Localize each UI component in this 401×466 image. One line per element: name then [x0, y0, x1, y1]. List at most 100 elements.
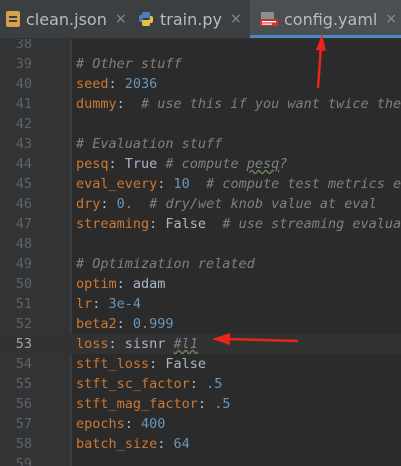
code-token: # compute test metrics eve: [206, 176, 401, 192]
close-icon[interactable]: ×: [115, 11, 127, 27]
code-text: stft_sc_factor: .5: [76, 374, 222, 394]
code-token: dummy: [76, 96, 117, 112]
code-line[interactable]: 51 lr: 3e-4: [0, 294, 401, 314]
line-number: 51: [15, 296, 32, 312]
code-text: dry: 0. # dry/wet knob value at eval: [76, 194, 377, 214]
json-file-icon: [6, 11, 20, 27]
code-line[interactable]: 41 dummy: # use this if you want twice th…: [0, 94, 401, 114]
code-line[interactable]: 58 batch_size: 64: [0, 434, 401, 454]
tab-label: config.yaml: [284, 9, 378, 29]
line-number: 58: [15, 436, 32, 452]
line-number: 39: [15, 56, 32, 72]
code-token: : adam: [116, 276, 166, 292]
line-number: 57: [15, 416, 32, 432]
code-line[interactable]: 49 # Optimization related: [0, 254, 401, 274]
line-number: 49: [15, 256, 32, 272]
code-token: stft_mag_factor: [76, 396, 198, 412]
code-editor[interactable]: 38 39 # Other stuff 40 seed: 2036 41 dummy: # …: [0, 39, 401, 466]
code-token: seed: [76, 76, 109, 92]
code-token: :: [116, 96, 142, 112]
line-number: 42: [15, 116, 32, 132]
code-token: :: [197, 396, 215, 412]
tab-config-yaml[interactable]: config.yaml ×: [250, 0, 401, 38]
code-token: : True: [108, 156, 166, 172]
line-number: 46: [15, 196, 32, 212]
code-token: stft_loss: [76, 356, 150, 372]
code-token: batch_size: [76, 436, 158, 452]
code-line[interactable]: 54 stft_loss: False: [0, 354, 401, 374]
yaml-file-icon: [260, 11, 278, 27]
code-token: 10: [173, 176, 190, 192]
code-line[interactable]: 52 beta2: 0.999: [0, 314, 401, 334]
code-token: :: [116, 316, 133, 332]
code-text: loss: sisnr #l1: [76, 334, 198, 354]
code-token: : sisnr: [108, 336, 174, 352]
code-line[interactable]: 38: [0, 39, 401, 54]
code-line[interactable]: 40 seed: 2036: [0, 74, 401, 94]
line-number: 38: [15, 39, 32, 52]
line-number: 55: [15, 376, 32, 392]
editor-tab-bar: clean.json × train.py × config.yaml ×: [0, 0, 401, 39]
python-file-icon: [138, 11, 154, 27]
code-token: # use streaming evaluati: [222, 216, 401, 232]
code-token: 64: [173, 436, 190, 452]
line-number: 54: [15, 356, 32, 372]
code-token: eval_every: [76, 176, 158, 192]
code-line[interactable]: 46 dry: 0. # dry/wet knob value at eval: [0, 194, 401, 214]
close-icon[interactable]: ×: [385, 11, 397, 27]
code-token: pesq: [246, 156, 280, 172]
code-line[interactable]: 59: [0, 454, 401, 466]
code-line[interactable]: 57 epochs: 400: [0, 414, 401, 434]
code-line[interactable]: 45 eval_every: 10 # compute test metrics …: [0, 174, 401, 194]
code-token: .5: [214, 396, 231, 412]
code-token: 3e-4: [108, 296, 142, 312]
line-number: 44: [15, 156, 32, 172]
line-number: 45: [15, 176, 32, 192]
code-token: dry: [76, 196, 101, 212]
code-text: # Evaluation stuff: [76, 134, 222, 154]
code-token: #l1: [173, 336, 198, 352]
code-token: : False: [149, 216, 223, 232]
tab-label: train.py: [160, 9, 222, 29]
code-token: loss: [76, 336, 109, 352]
code-text: batch_size: 64: [76, 434, 190, 454]
code-text: stft_loss: False: [76, 354, 206, 374]
line-number: 40: [15, 76, 32, 92]
code-line[interactable]: 55 stft_sc_factor: .5: [0, 374, 401, 394]
line-number: 47: [15, 216, 32, 232]
code-token: lr: [76, 296, 93, 312]
code-line[interactable]: 47 streaming: False # use streaming evalu…: [0, 214, 401, 234]
line-number: 48: [15, 236, 32, 252]
line-number: 52: [15, 316, 32, 332]
code-line[interactable]: 56 stft_mag_factor: .5: [0, 394, 401, 414]
code-line[interactable]: 43 # Evaluation stuff: [0, 134, 401, 154]
code-line[interactable]: 53 loss: sisnr #l1: [0, 334, 401, 354]
code-line[interactable]: 44 pesq: True # compute pesq?: [0, 154, 401, 174]
code-token: 2036: [124, 76, 158, 92]
code-token: :: [157, 176, 174, 192]
code-token: beta2: [76, 316, 117, 332]
code-text: # Other stuff: [76, 54, 182, 74]
close-icon[interactable]: ×: [230, 11, 242, 27]
code-token: 0.: [116, 196, 133, 212]
code-text: dummy: # use this if you want twice the …: [76, 94, 401, 114]
line-number: 41: [15, 96, 32, 112]
code-text: # Optimization related: [76, 254, 255, 274]
code-token: # Other stuff: [76, 56, 182, 72]
code-text: pesq: True # compute pesq?: [76, 154, 287, 174]
tab-train-py[interactable]: train.py ×: [128, 0, 250, 38]
code-token: streaming: [76, 216, 150, 232]
code-token: :: [100, 196, 117, 212]
code-text: epochs: 400: [76, 414, 165, 434]
code-token: # use this if you want twice the s: [141, 96, 401, 112]
tab-clean-json[interactable]: clean.json ×: [0, 0, 128, 38]
code-token: :: [189, 376, 207, 392]
code-line[interactable]: 39 # Other stuff: [0, 54, 401, 74]
code-line[interactable]: 48: [0, 234, 401, 254]
code-token: ?: [279, 156, 288, 172]
code-token: 0.999: [132, 316, 174, 332]
code-line[interactable]: 50 optim: adam: [0, 274, 401, 294]
code-text: eval_every: 10 # compute test metrics ev…: [76, 174, 401, 194]
code-line[interactable]: 42: [0, 114, 401, 134]
